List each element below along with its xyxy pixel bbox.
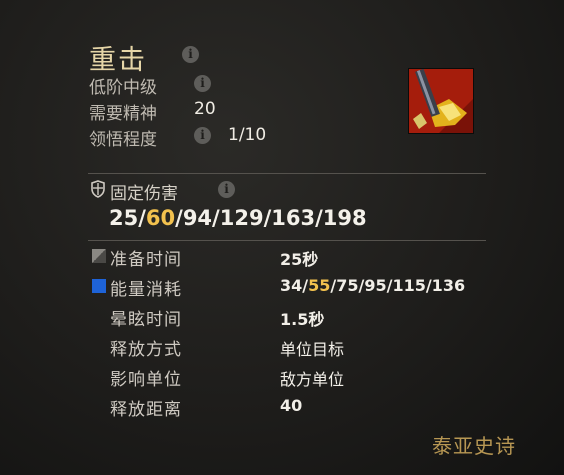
stat-label-range: 释放距离 bbox=[110, 400, 182, 420]
energy-value-part: /75/95/115/136 bbox=[330, 276, 466, 295]
stat-value-prepare: 25秒 bbox=[280, 250, 319, 269]
damage-value-2: 60 bbox=[145, 206, 176, 230]
info-icon[interactable]: i bbox=[194, 127, 211, 144]
damage-label: 固定伤害 bbox=[110, 184, 178, 204]
requirement-label: 需要精神 bbox=[89, 104, 157, 124]
energy-value-highlight: 55 bbox=[308, 276, 331, 295]
stat-label-prepare: 准备时间 bbox=[110, 250, 182, 270]
mastery-value: 1/10 bbox=[228, 125, 267, 145]
skill-tier: 低阶中级 bbox=[89, 78, 157, 98]
requirement-value: 20 bbox=[194, 99, 216, 119]
damage-value-3: 94 bbox=[182, 206, 213, 230]
damage-value-4: 129 bbox=[219, 206, 264, 230]
damage-value-5: 163 bbox=[271, 206, 316, 230]
stat-label-affected: 影响单位 bbox=[110, 370, 182, 390]
stat-value-affected: 敌方单位 bbox=[280, 370, 345, 389]
section-divider bbox=[88, 240, 486, 241]
energy-icon bbox=[92, 279, 106, 293]
stat-label-stun: 晕眩时间 bbox=[110, 310, 182, 330]
damage-value-6: 198 bbox=[322, 206, 367, 230]
damage-values: 25/60/94/129/163/198 bbox=[109, 206, 367, 230]
energy-value-part: 34/ bbox=[280, 276, 309, 295]
stat-value-stun: 1.5秒 bbox=[280, 310, 325, 329]
info-icon[interactable]: i bbox=[218, 181, 235, 198]
watermark-logo: 泰亚史诗 bbox=[432, 434, 516, 458]
stat-value-energy: 34/55/75/95/115/136 bbox=[280, 276, 465, 295]
skill-icon bbox=[408, 68, 474, 134]
skill-name: 重击 bbox=[89, 45, 147, 76]
section-divider bbox=[88, 173, 486, 174]
damage-value-1: 25 bbox=[109, 206, 139, 230]
info-icon[interactable]: i bbox=[194, 75, 211, 92]
mastery-label: 领悟程度 bbox=[89, 130, 157, 150]
shield-icon bbox=[90, 180, 106, 202]
stat-value-cast-type: 单位目标 bbox=[280, 340, 345, 359]
stat-label-cast-type: 释放方式 bbox=[110, 340, 182, 360]
stat-value-range: 40 bbox=[280, 396, 303, 415]
info-icon[interactable]: i bbox=[182, 46, 199, 63]
cooldown-icon bbox=[92, 249, 106, 263]
stat-label-energy: 能量消耗 bbox=[110, 280, 182, 300]
